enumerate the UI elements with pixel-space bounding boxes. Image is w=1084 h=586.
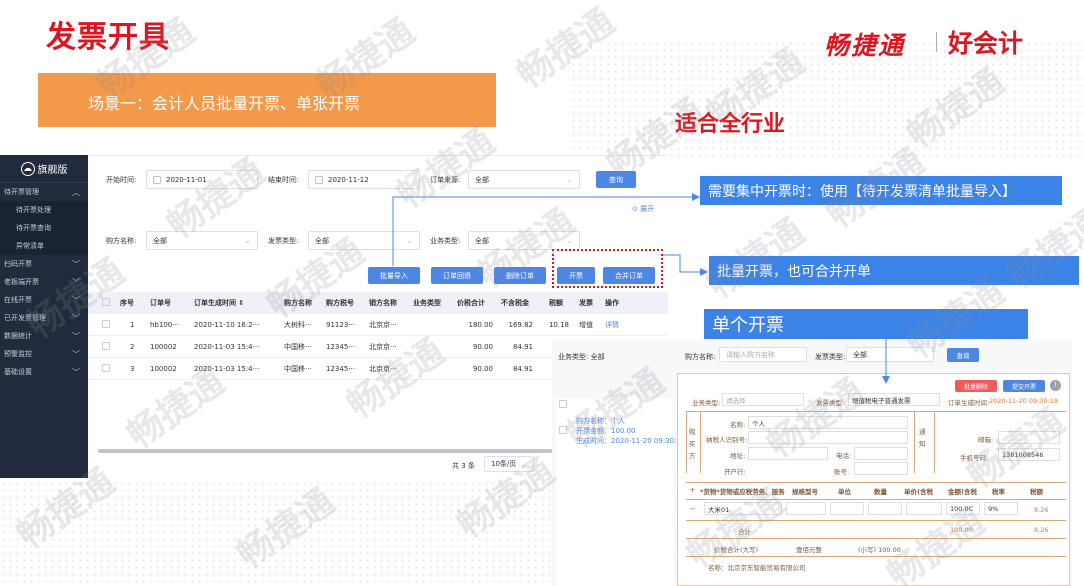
connector-lines	[392, 193, 890, 384]
help-icon[interactable]: !	[1050, 380, 1061, 391]
arrow-head	[692, 193, 700, 201]
connector-merge	[663, 254, 700, 273]
batch-delete-button[interactable]: 批量删除	[955, 380, 997, 392]
arrow-head	[882, 376, 890, 384]
submit-issue-button[interactable]: 提交开票	[1003, 380, 1045, 392]
arrow-head	[700, 268, 708, 276]
connector-batch-import	[392, 196, 692, 266]
